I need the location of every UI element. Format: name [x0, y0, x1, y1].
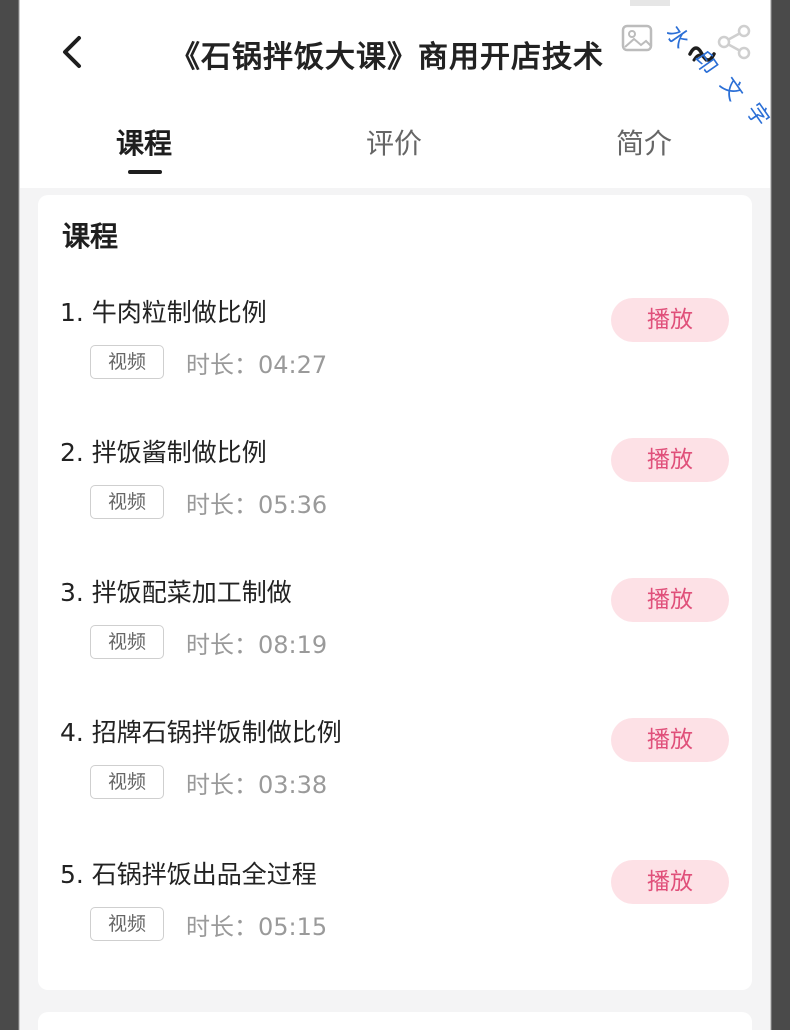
lesson-item[interactable]: 5. 石锅拌饭出品全过程 视频 时长：05:15 播放 — [38, 855, 752, 995]
lesson-item[interactable]: 2. 拌饭酱制做比例 视频 时长：05:36 播放 — [38, 433, 752, 573]
lesson-item[interactable]: 4. 招牌石锅拌饭制做比例 视频 时长：03:38 播放 — [38, 713, 752, 853]
lesson-title: 4. 招牌石锅拌饭制做比例 — [60, 718, 342, 747]
play-button[interactable]: 播放 — [611, 718, 729, 762]
lesson-duration: 时长：08:19 — [186, 631, 328, 659]
active-tab-indicator — [128, 170, 162, 174]
tab-intro[interactable]: 简介 — [616, 122, 672, 162]
lesson-title: 3. 拌饭配菜加工制做 — [60, 578, 292, 607]
lesson-item[interactable]: 3. 拌饭配菜加工制做 视频 时长：08:19 播放 — [38, 573, 752, 713]
share-icon[interactable] — [714, 22, 754, 62]
video-badge: 视频 — [90, 625, 164, 659]
lesson-title: 1. 牛肉粒制做比例 — [60, 298, 267, 327]
video-badge: 视频 — [90, 485, 164, 519]
lesson-duration: 时长：04:27 — [186, 351, 328, 379]
page-title: 《石锅拌饭大课》商用开店技术 — [170, 40, 604, 75]
video-badge: 视频 — [90, 765, 164, 799]
status-bar-fragment — [630, 0, 670, 6]
lesson-duration: 时长：05:36 — [186, 491, 328, 519]
tab-reviews[interactable]: 评价 — [366, 122, 422, 162]
video-badge: 视频 — [90, 345, 164, 379]
picture-icon[interactable] — [620, 22, 656, 56]
next-card — [38, 1012, 752, 1030]
play-button[interactable]: 播放 — [611, 860, 729, 904]
play-button[interactable]: 播放 — [611, 298, 729, 342]
back-arrow-icon[interactable] — [55, 30, 91, 74]
course-list-card: 课程 1. 牛肉粒制做比例 视频 时长：04:27 播放 2. 拌饭酱制做比例 … — [38, 195, 752, 990]
lesson-title: 2. 拌饭酱制做比例 — [60, 438, 267, 467]
lesson-title: 5. 石锅拌饭出品全过程 — [60, 860, 317, 889]
system-back-icon[interactable] — [22, 22, 48, 56]
tab-bar: 课程 评价 简介 — [20, 100, 770, 188]
lesson-item[interactable]: 1. 牛肉粒制做比例 视频 时长：04:27 播放 — [38, 293, 752, 433]
lesson-duration: 时长：03:38 — [186, 771, 328, 799]
lesson-duration: 时长：05:15 — [186, 913, 328, 941]
section-title: 课程 — [62, 220, 119, 253]
app-screen: 《石锅拌饭大课》商用开店技术 课程 评价 简介 课程 1. 牛肉粒制做比例 视频… — [0, 0, 790, 1030]
video-badge: 视频 — [90, 907, 164, 941]
tab-courses[interactable]: 课程 — [116, 122, 172, 162]
play-button[interactable]: 播放 — [611, 578, 729, 622]
play-button[interactable]: 播放 — [611, 438, 729, 482]
